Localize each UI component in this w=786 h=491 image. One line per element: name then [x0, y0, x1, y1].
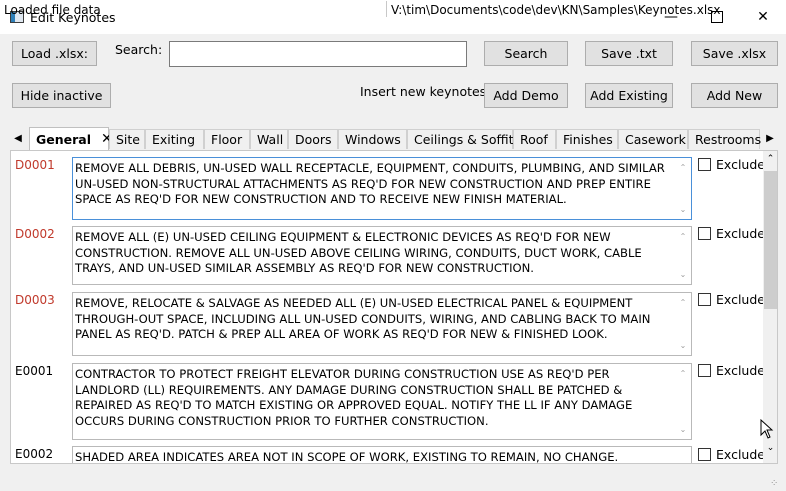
- search-input[interactable]: [169, 41, 467, 67]
- tab-label: Floor: [211, 132, 243, 147]
- tab-label: Wall: [257, 132, 284, 147]
- insert-new-keynotes-label: Insert new keynotes:: [360, 84, 491, 99]
- tab-label: Windows: [345, 132, 401, 147]
- close-button[interactable]: ✕: [740, 0, 786, 34]
- keynote-text: REMOVE ALL DEBRIS, UN-USED WALL RECEPTAC…: [75, 161, 665, 206]
- exclude-checkbox[interactable]: Exclude: [698, 226, 765, 241]
- chevron-up-icon: ⌃: [679, 232, 687, 241]
- tab-roof[interactable]: Roof: [513, 129, 556, 149]
- keynote-text: CONTRACTOR TO PROTECT FREIGHT ELEVATOR D…: [75, 367, 633, 428]
- tab-site[interactable]: Site: [109, 129, 145, 149]
- keynote-text-field[interactable]: REMOVE, RELOCATE & SALVAGE AS NEEDED ALL…: [72, 292, 692, 356]
- keynote-code: E0002: [15, 447, 54, 461]
- chevron-up-icon[interactable]: ⌃: [763, 154, 777, 164]
- exclude-checkbox[interactable]: Exclude: [698, 447, 765, 462]
- keynote-text-field[interactable]: SHADED AREA INDICATES AREA NOT IN SCOPE …: [72, 446, 692, 464]
- status-message: Loaded file data: [4, 3, 101, 17]
- triangle-left-icon: ◀: [14, 133, 22, 144]
- tab-label: Restrooms: [695, 132, 762, 147]
- keynote-code: D0001: [15, 158, 55, 172]
- keynote-text: SHADED AREA INDICATES AREA NOT IN SCOPE …: [75, 450, 619, 464]
- checkbox-box[interactable]: [698, 293, 711, 306]
- checkbox-box[interactable]: [698, 158, 711, 171]
- tab-scroll-left-button[interactable]: ◀: [10, 128, 26, 149]
- category-tabs: ◀ General ✕ Site Exiting Floor Wall Doors…: [10, 127, 778, 150]
- exclude-label: Exclude: [716, 226, 765, 241]
- tab-casework[interactable]: Casework: [618, 129, 688, 149]
- exclude-checkbox[interactable]: Exclude: [698, 363, 765, 378]
- tab-label: Doors: [295, 132, 332, 147]
- add-demo-button[interactable]: Add Demo: [484, 83, 568, 108]
- chevron-down-icon: ⌄: [679, 340, 687, 350]
- tab-floor[interactable]: Floor: [204, 129, 250, 149]
- keynote-code: D0002: [15, 227, 55, 241]
- tab-ceilings-soffits[interactable]: Ceilings & Soffits: [407, 129, 520, 149]
- chevron-up-icon: ⌃: [679, 369, 687, 378]
- exclude-label: Exclude: [716, 157, 765, 172]
- keynote-text: REMOVE, RELOCATE & SALVAGE AS NEEDED ALL…: [75, 296, 651, 341]
- status-bar: [0, 473, 786, 491]
- tab-general[interactable]: General ✕: [29, 127, 113, 150]
- file-path: V:\tim\Documents\code\dev\KN\Samples\Key…: [391, 3, 721, 17]
- checkbox-box[interactable]: [698, 448, 711, 461]
- tab-scroll-right-button[interactable]: ▶: [762, 128, 778, 149]
- hide-inactive-button[interactable]: Hide inactive: [12, 83, 111, 108]
- checkbox-box[interactable]: [698, 227, 711, 240]
- scrollbar-thumb[interactable]: [764, 171, 777, 309]
- field-scrollbar[interactable]: ⌃ ⌄: [677, 295, 689, 353]
- load-xlsx-button[interactable]: Load .xlsx:: [12, 41, 97, 66]
- status-divider: [386, 1, 387, 17]
- keynote-text: REMOVE ALL (E) UN-USED CEILING EQUIPMENT…: [75, 230, 642, 275]
- chevron-down-icon[interactable]: ⌄: [763, 443, 777, 453]
- add-new-button[interactable]: Add New: [691, 83, 778, 108]
- exclude-label: Exclude: [716, 363, 765, 378]
- save-txt-button[interactable]: Save .txt: [585, 41, 673, 66]
- search-button[interactable]: Search: [484, 41, 568, 66]
- tab-exiting[interactable]: Exiting: [145, 129, 204, 149]
- tab-label: Site: [116, 132, 140, 147]
- close-icon: ✕: [757, 9, 769, 25]
- tab-restrooms[interactable]: Restrooms: [688, 129, 762, 149]
- chevron-up-icon: ⌃: [679, 298, 687, 307]
- keynote-text-field[interactable]: REMOVE ALL DEBRIS, UN-USED WALL RECEPTAC…: [72, 157, 692, 220]
- checkbox-box[interactable]: [698, 364, 711, 377]
- chevron-down-icon: ⌄: [679, 269, 687, 279]
- tab-label: Exiting: [152, 132, 195, 147]
- chevron-down-icon: ⌄: [679, 204, 687, 214]
- chevron-down-icon: ⌄: [679, 424, 687, 434]
- keynote-code: E0001: [15, 364, 54, 378]
- field-scrollbar[interactable]: ⌃ ⌄: [677, 160, 689, 217]
- keynote-list: D0001 REMOVE ALL DEBRIS, UN-USED WALL RE…: [10, 150, 778, 464]
- exclude-label: Exclude: [716, 447, 765, 462]
- mouse-cursor-icon: [760, 419, 774, 439]
- tab-label: Finishes: [563, 132, 613, 147]
- keynote-code: D0003: [15, 293, 55, 307]
- keynote-text-field[interactable]: REMOVE ALL (E) UN-USED CEILING EQUIPMENT…: [72, 226, 692, 285]
- field-scrollbar[interactable]: ⌃ ⌄: [677, 366, 689, 437]
- add-existing-button[interactable]: Add Existing: [585, 83, 673, 108]
- tab-wall[interactable]: Wall: [250, 129, 288, 149]
- field-scrollbar[interactable]: ⌃ ⌄: [677, 229, 689, 282]
- exclude-label: Exclude: [716, 292, 765, 307]
- search-label: Search:: [115, 42, 163, 57]
- triangle-right-icon: ▶: [766, 133, 774, 144]
- tab-label: Casework: [625, 132, 686, 147]
- tab-label: Roof: [520, 132, 548, 147]
- exclude-checkbox[interactable]: Exclude: [698, 292, 765, 307]
- tab-label: Ceilings & Soffits: [414, 132, 520, 147]
- resize-grip-icon[interactable]: ⁘: [770, 478, 778, 489]
- exclude-checkbox[interactable]: Exclude: [698, 157, 765, 172]
- save-xlsx-button[interactable]: Save .xlsx: [691, 41, 778, 66]
- chevron-up-icon: ⌃: [679, 163, 687, 172]
- tab-windows[interactable]: Windows: [338, 129, 407, 149]
- tab-doors[interactable]: Doors: [288, 129, 338, 149]
- tab-finishes[interactable]: Finishes: [556, 129, 618, 149]
- tab-label: General: [36, 131, 91, 147]
- list-scrollbar[interactable]: ⌃ ⌄: [763, 151, 777, 463]
- keynote-text-field[interactable]: CONTRACTOR TO PROTECT FREIGHT ELEVATOR D…: [72, 363, 692, 440]
